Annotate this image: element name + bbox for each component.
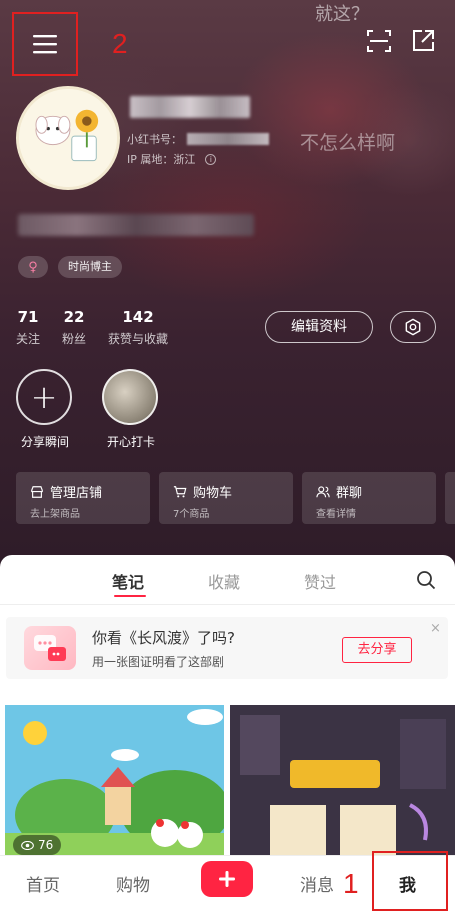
content-panel: 笔记 收藏 赞过 你看《长风渡》了吗? 用一张图证明看了这部剧 去分享 × 76	[0, 555, 455, 855]
tab-liked[interactable]: 赞过	[304, 569, 336, 593]
happy-checkin-label: 开心打卡	[106, 435, 155, 449]
nav-home[interactable]: 首页	[26, 871, 60, 896]
stat-following[interactable]: 71 关注	[16, 308, 40, 347]
avatar-illustration	[19, 89, 117, 187]
xhs-id-blurred	[187, 133, 269, 145]
bottom-nav: 首页 购物 消息 1 我	[0, 851, 455, 917]
xhs-id-row: 小红书号：	[127, 131, 269, 147]
nav-shop[interactable]: 购物	[116, 871, 150, 896]
stat-followers[interactable]: 22 粉丝	[62, 308, 86, 347]
publish-button[interactable]	[201, 861, 253, 897]
annotation-number: 2	[112, 28, 128, 59]
eye-icon	[21, 840, 34, 850]
bio-blurred	[18, 214, 254, 236]
happy-checkin-button[interactable]	[102, 369, 158, 425]
search-icon[interactable]	[416, 570, 436, 590]
close-icon[interactable]: ×	[430, 621, 441, 636]
background-watermark-text: 不怎么样啊	[300, 132, 396, 154]
chat-bubble-icon	[24, 626, 76, 670]
share-moment-label: 分享瞬间	[20, 435, 69, 449]
edit-profile-button[interactable]: 编辑资料	[265, 311, 373, 343]
scan-icon[interactable]	[366, 28, 392, 54]
gear-icon	[405, 318, 421, 336]
card-overflow-edge[interactable]	[445, 472, 455, 524]
group-icon	[316, 485, 330, 497]
info-icon[interactable]: i	[205, 153, 217, 165]
annotation-number: 1	[343, 868, 359, 899]
settings-button[interactable]	[390, 311, 436, 343]
background-watermark-text: 就这？	[315, 4, 369, 25]
hamburger-icon	[33, 35, 57, 54]
role-tag: 时尚博主	[58, 256, 122, 278]
tab-collections[interactable]: 收藏	[208, 569, 240, 593]
card-cart[interactable]: 购物车 7个商品	[159, 472, 293, 524]
note-tile[interactable]: 76	[5, 705, 224, 855]
tab-notes[interactable]: 笔记	[112, 569, 144, 593]
card-manage-store[interactable]: 管理店铺 去上架商品	[16, 472, 150, 524]
nav-messages[interactable]: 消息	[300, 871, 334, 896]
promo-banner[interactable]: 你看《长风渡》了吗? 用一张图证明看了这部剧 去分享 ×	[6, 617, 448, 679]
share-moment-button[interactable]: +	[16, 369, 72, 425]
share-icon[interactable]	[410, 28, 436, 54]
ip-location-row: IP 属地：浙江 i	[127, 151, 217, 167]
promo-share-button[interactable]: 去分享	[342, 637, 412, 663]
gender-tag: ♀	[18, 256, 48, 278]
card-group-chat[interactable]: 群聊 查看详情	[302, 472, 436, 524]
content-tabs: 笔记 收藏 赞过	[0, 555, 455, 605]
nav-me[interactable]: 我	[399, 871, 416, 896]
note-tile[interactable]	[230, 705, 455, 855]
plus-icon	[219, 871, 235, 887]
avatar[interactable]	[16, 86, 120, 190]
view-count: 76	[13, 835, 62, 855]
stat-likes[interactable]: 142 获赞与收藏	[108, 308, 168, 347]
store-icon	[31, 485, 43, 498]
promo-subtitle: 用一张图证明看了这部剧	[92, 655, 225, 669]
cart-icon	[173, 485, 187, 497]
note-cover-image	[5, 705, 224, 855]
active-tab-indicator	[114, 595, 146, 597]
note-cover-image	[230, 705, 455, 855]
nickname-blurred	[130, 96, 250, 118]
menu-button[interactable]	[12, 12, 78, 76]
promo-title: 你看《长风渡》了吗?	[92, 629, 235, 647]
